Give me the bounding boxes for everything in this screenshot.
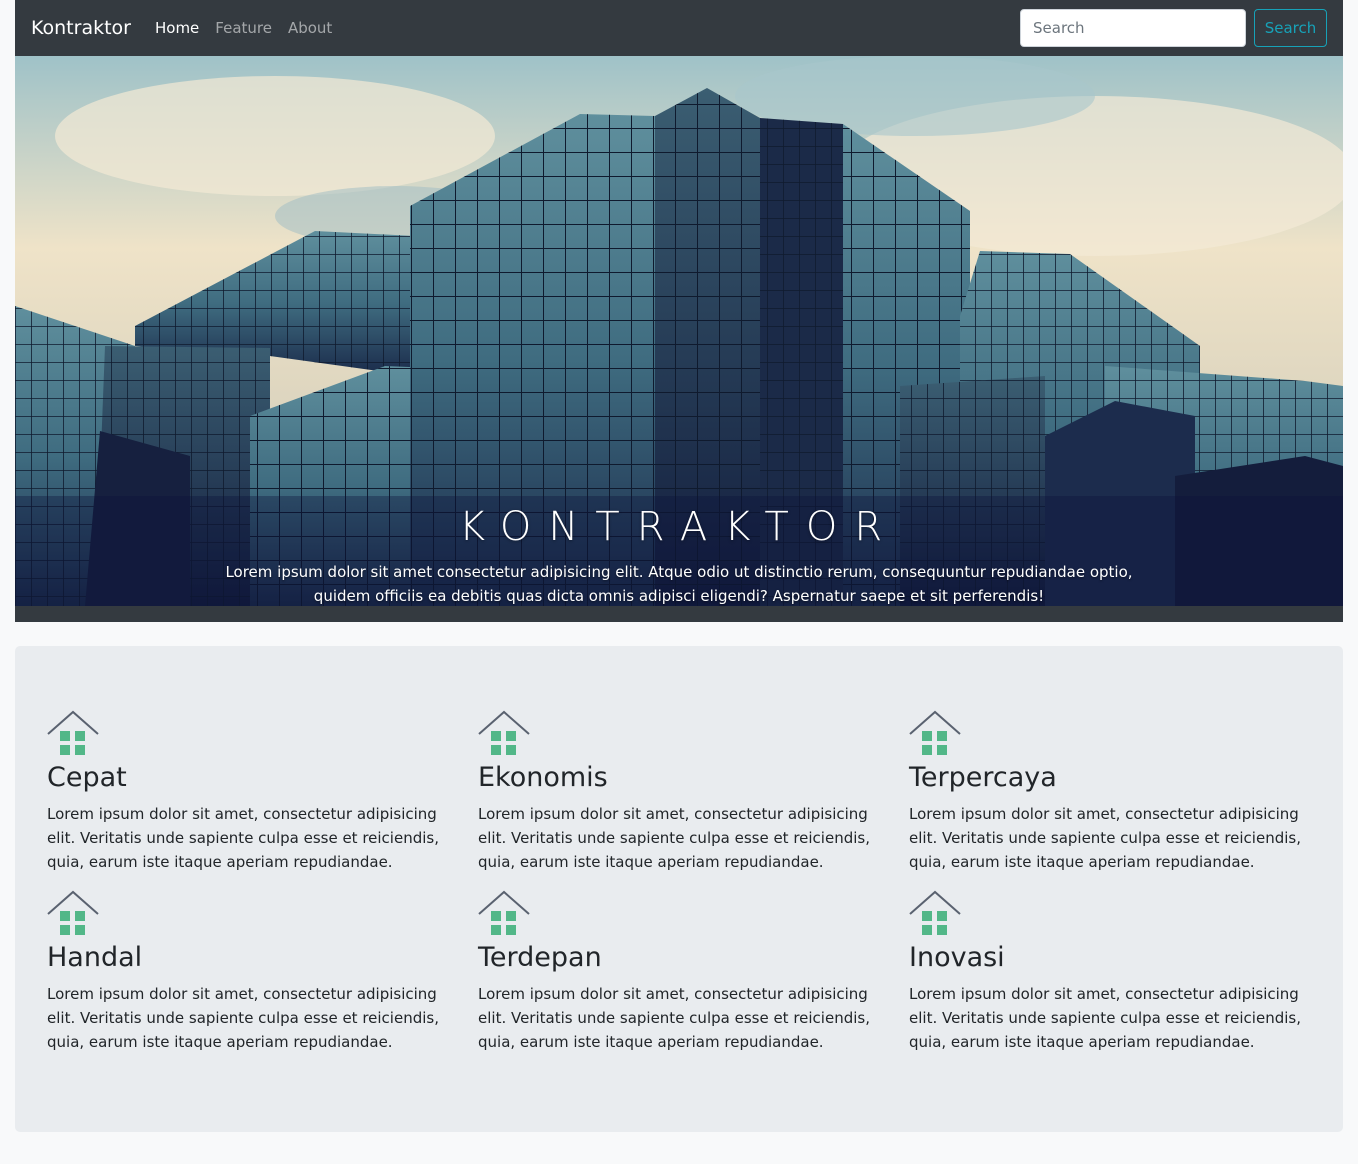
navbar: Kontraktor Home Feature About Search [15,0,1343,56]
feature-text: Lorem ipsum dolor sit amet, consectetur … [909,805,1301,871]
search-button[interactable]: Search [1254,9,1327,47]
feature-title: Terdepan [478,942,602,973]
house-icon [478,710,530,755]
feature-card: Handal Lorem ipsum dolor sit amet, conse… [47,890,478,1054]
hero-title: KONTRAKTOR [458,504,900,550]
search-input[interactable] [1020,9,1246,47]
feature-title: Handal [47,942,143,973]
features-grid: Cepat Lorem ipsum dolor sit amet, consec… [47,710,1311,1054]
hero-caption: KONTRAKTOR Lorem ipsum dolor sit amet co… [15,504,1343,608]
feature-text: Lorem ipsum dolor sit amet, consectetur … [478,985,870,1051]
nav-link-home[interactable]: Home [155,19,199,37]
feature-text: Lorem ipsum dolor sit amet, consectetur … [47,985,439,1051]
features-section: Cepat Lorem ipsum dolor sit amet, consec… [15,646,1343,1132]
house-icon [909,890,961,935]
navbar-brand[interactable]: Kontraktor [31,17,131,39]
page: Kontraktor Home Feature About Search Sea… [15,0,1343,1132]
feature-text: Lorem ipsum dolor sit amet, consectetur … [909,985,1301,1051]
hero-text: Lorem ipsum dolor sit amet consectetur a… [225,563,1133,605]
feature-title: Inovasi [909,942,1005,973]
feature-text: Lorem ipsum dolor sit amet, consectetur … [478,805,870,871]
hero-jumbotron: KONTRAKTOR Lorem ipsum dolor sit amet co… [15,56,1343,622]
feature-card: Terpercaya Lorem ipsum dolor sit amet, c… [909,710,1340,874]
house-icon [47,710,99,755]
feature-title: Terpercaya [909,762,1057,793]
feature-card: Terdepan Lorem ipsum dolor sit amet, con… [478,890,909,1054]
house-icon [47,890,99,935]
nav-link-about[interactable]: About [288,19,332,37]
feature-title: Cepat [47,762,127,793]
feature-text: Lorem ipsum dolor sit amet, consectetur … [47,805,439,871]
house-icon [478,890,530,935]
nav-link-feature[interactable]: Feature [215,19,272,37]
feature-card: Cepat Lorem ipsum dolor sit amet, consec… [47,710,478,874]
house-icon [909,710,961,755]
feature-card: Inovasi Lorem ipsum dolor sit amet, cons… [909,890,1340,1054]
feature-title: Ekonomis [478,762,608,793]
feature-card: Ekonomis Lorem ipsum dolor sit amet, con… [478,710,909,874]
